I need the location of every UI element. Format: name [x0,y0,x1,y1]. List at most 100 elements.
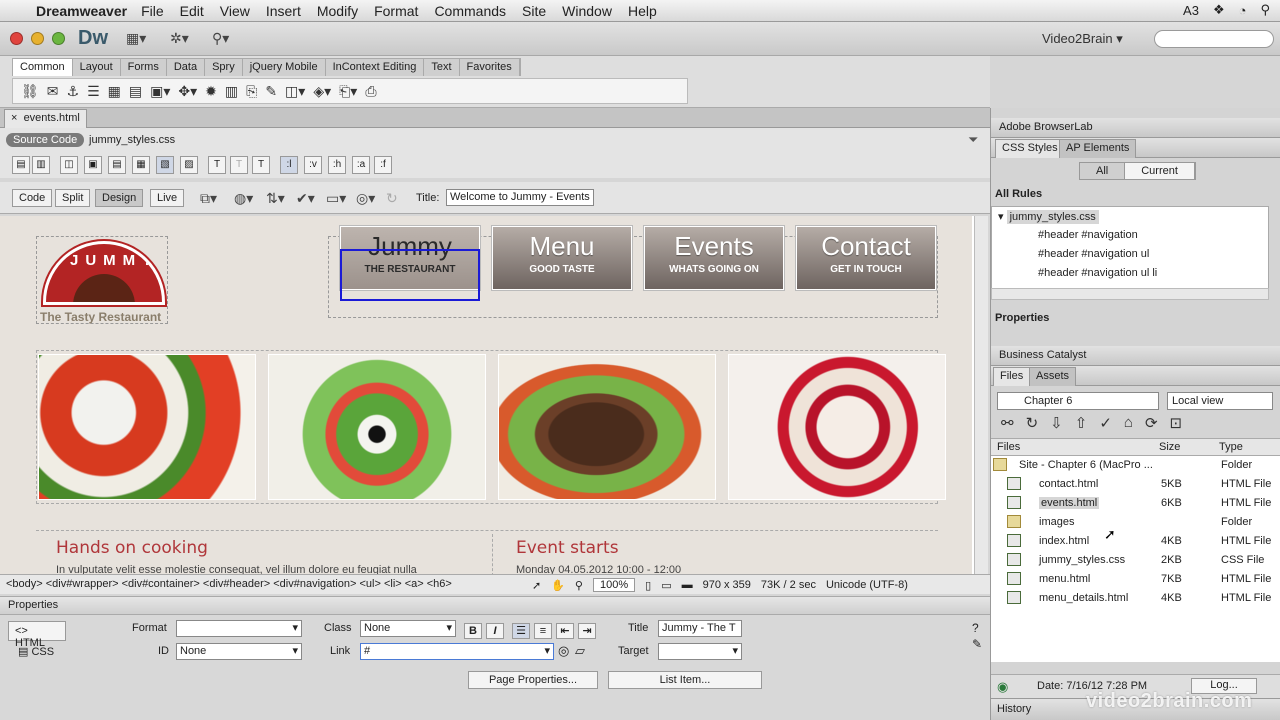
tab-data[interactable]: Data [167,59,206,76]
server-include-icon[interactable]: ⎘ [246,83,257,100]
html-mode-button[interactable]: <> HTML [8,621,66,649]
connect-icon[interactable]: ⚯ [1001,414,1014,432]
site-tools-icon[interactable]: ⚲▾ [212,30,229,47]
pseudo-focus-icon[interactable]: :f [374,156,392,174]
menu-view[interactable]: View [220,3,250,19]
menu-help[interactable]: Help [628,3,657,19]
menu-format[interactable]: Format [374,3,418,19]
file-management-icon[interactable]: ⇅▾ [266,190,285,207]
split-view-button[interactable]: Split [55,189,91,207]
file-row[interactable]: contact.html 5KB HTML File [991,475,1280,494]
menu-file[interactable]: File [141,3,164,19]
tab-favorites[interactable]: Favorites [460,59,520,76]
browser-compatibility-icon[interactable]: ◎▾ [356,190,375,207]
italic-button[interactable]: I [486,623,504,639]
check-in-icon[interactable]: ⌂ [1124,414,1133,432]
browserlab-panel-header[interactable]: Adobe BrowserLab [991,118,1280,138]
w3c-validation-icon[interactable]: ✔▾ [296,190,315,207]
check-out-icon[interactable]: ✓ [1099,414,1112,432]
file-row[interactable]: index.html 4KB HTML File [991,532,1280,551]
file-row[interactable]: Site - Chapter 6 (MacPro ... Folder [991,456,1280,475]
title-attr-input[interactable]: Jummy - The T [658,620,742,637]
page-properties-button[interactable]: Page Properties... [468,671,598,689]
col-files[interactable]: Files [997,441,1020,453]
script-icon[interactable]: ◈▾ [313,83,331,100]
browse-folder-icon[interactable]: ▱ [575,643,585,659]
design-scrollbar[interactable] [974,216,988,574]
col-type[interactable]: Type [1219,441,1243,453]
phone-size-icon[interactable]: ▯ [645,579,651,592]
outdent-button[interactable]: ⇤ [556,623,574,639]
col-size[interactable]: Size [1159,441,1180,453]
put-files-icon[interactable]: ⇧ [1075,414,1088,432]
hand-tool-icon[interactable]: ✋ [551,579,565,592]
view-dropdown[interactable]: Local view [1167,392,1273,410]
css-rule-file[interactable]: ▾ jummy_styles.css [992,207,1268,226]
hyperlink-icon[interactable]: ⛓ [21,83,39,100]
toolbar-icon-4[interactable]: ▣ [84,156,102,174]
horizontal-rule-icon[interactable]: ☰ [87,83,100,100]
pseudo-active-icon[interactable]: :a [352,156,370,174]
design-view[interactable]: JUMMY The Tasty Restaurant Jummy THE RES… [0,216,974,574]
greek-salad-photo[interactable] [268,354,486,500]
image-icon[interactable]: ▣▾ [150,83,170,100]
toolbar-icon-1[interactable]: ▤ [12,156,30,174]
toolbar-icon-5[interactable]: ▤ [108,156,126,174]
css-mode-button[interactable]: ▤ CSS [18,645,54,658]
tab-jquery-mobile[interactable]: jQuery Mobile [243,59,326,76]
file-row[interactable]: menu_details.html 4KB HTML File [991,589,1280,608]
adobe-icon[interactable]: A3 [1183,3,1199,18]
class-select[interactable]: None [360,620,456,637]
tab-layout[interactable]: Layout [73,59,121,76]
ordered-list-button[interactable]: ≡ [534,623,552,639]
tag-selector[interactable]: <body> <div#wrapper> <div#container> <di… [6,578,452,590]
indent-button[interactable]: ⇥ [578,623,596,639]
page-canvas[interactable]: JUMMY The Tasty Restaurant Jummy THE RES… [0,216,972,574]
zoom-window-icon[interactable] [52,32,65,45]
get-files-icon[interactable]: ⇩ [1050,414,1063,432]
select-tool-icon[interactable]: ➚ [532,579,541,592]
zoom-tool-icon[interactable]: ⚲ [575,579,583,592]
toolbar-icon-3[interactable]: ◫ [60,156,78,174]
design-view-button[interactable]: Design [95,189,144,207]
menu-app-name[interactable]: Dreamweaver [36,3,127,19]
widget-icon[interactable]: ✹ [205,83,217,100]
rule-list-scrollbar[interactable] [991,288,1269,300]
menu-commands[interactable]: Commands [434,3,506,19]
tab-spry[interactable]: Spry [205,59,243,76]
tablet-size-icon[interactable]: ▭ [661,579,671,592]
preview-browser-icon[interactable]: ◍▾ [234,190,253,207]
document-title-input[interactable]: Welcome to Jummy - Events [446,189,594,206]
visual-aids-icon[interactable]: ▭▾ [326,190,346,207]
tab-css-styles[interactable]: CSS Styles [995,139,1065,158]
pseudo-hover-icon[interactable]: :h [328,156,346,174]
dessert-photo[interactable] [728,354,946,500]
close-tab-icon[interactable]: × [11,112,17,124]
link-input[interactable]: # [360,643,554,660]
spotlight-icon[interactable]: ⚲ [1260,2,1270,18]
synchronize-icon[interactable]: ⟳ [1145,414,1158,432]
file-row[interactable]: images Folder [991,513,1280,532]
settings-icon[interactable]: ✲▾ [170,30,189,47]
expand-panel-icon[interactable]: ⊡ [1170,414,1183,432]
filter-icon[interactable]: ⏷ [968,132,978,148]
refresh-files-icon[interactable]: ↻ [1026,414,1039,432]
caprese-photo[interactable] [38,354,256,500]
email-link-icon[interactable]: ✉ [47,83,59,100]
business-catalyst-header[interactable]: Business Catalyst [991,346,1280,366]
tag-chooser-icon[interactable]: ⎙ [365,83,376,100]
toolbar-icon-2[interactable]: ▥ [32,156,50,174]
window-dimensions[interactable]: 970 x 359 [703,579,751,591]
minimize-window-icon[interactable] [31,32,44,45]
quick-tag-icon[interactable]: ✎ [972,637,982,651]
tab-incontext-editing[interactable]: InContext Editing [326,59,425,76]
help-icon[interactable]: ? [972,621,979,635]
live-view-button[interactable]: Live [150,189,185,207]
wifi-icon[interactable]: ◔ [1239,3,1247,18]
menu-modify[interactable]: Modify [317,3,358,19]
menu-window[interactable]: Window [562,3,612,19]
css-rule[interactable]: #header #navigation ul li [992,264,1268,283]
workspace-switcher[interactable]: Video2Brain ▾ [1042,31,1123,47]
toolbar-icon-7[interactable]: ▧ [156,156,174,174]
css-rule[interactable]: #header #navigation ul [992,245,1268,264]
